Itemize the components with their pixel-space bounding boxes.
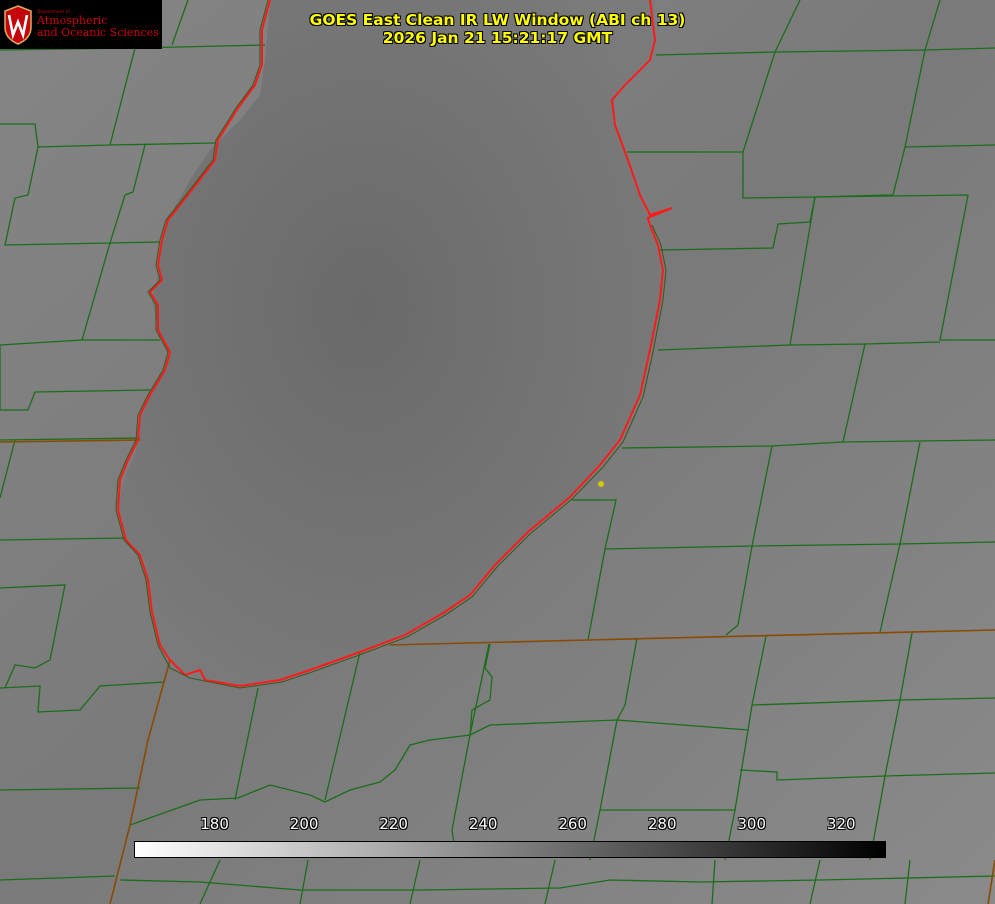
satellite-map: Department of Atmospheric and Oceanic Sc… (0, 0, 995, 904)
colorbar-tick-label: 200 (289, 815, 319, 833)
image-title: GOES East Clean IR LW Window (ABI ch 13)… (0, 11, 995, 47)
colorbar (134, 841, 886, 858)
title-line1: GOES East Clean IR LW Window (ABI ch 13) (309, 11, 686, 29)
colorbar-tick-label: 240 (468, 815, 498, 833)
colorbar-tick-label: 220 (379, 815, 408, 833)
title-line2: 2026 Jan 21 15:21:17 GMT (382, 29, 613, 47)
colorbar-tick-label: 180 (200, 815, 229, 833)
colorbar-tick-label: 280 (647, 815, 677, 833)
colorbar-tick-label: 260 (558, 815, 587, 833)
colorbar-tick-label: 300 (737, 815, 767, 833)
point-marker (598, 481, 604, 487)
map-layer (0, 0, 995, 904)
colorbar-tick-label: 320 (826, 815, 856, 833)
